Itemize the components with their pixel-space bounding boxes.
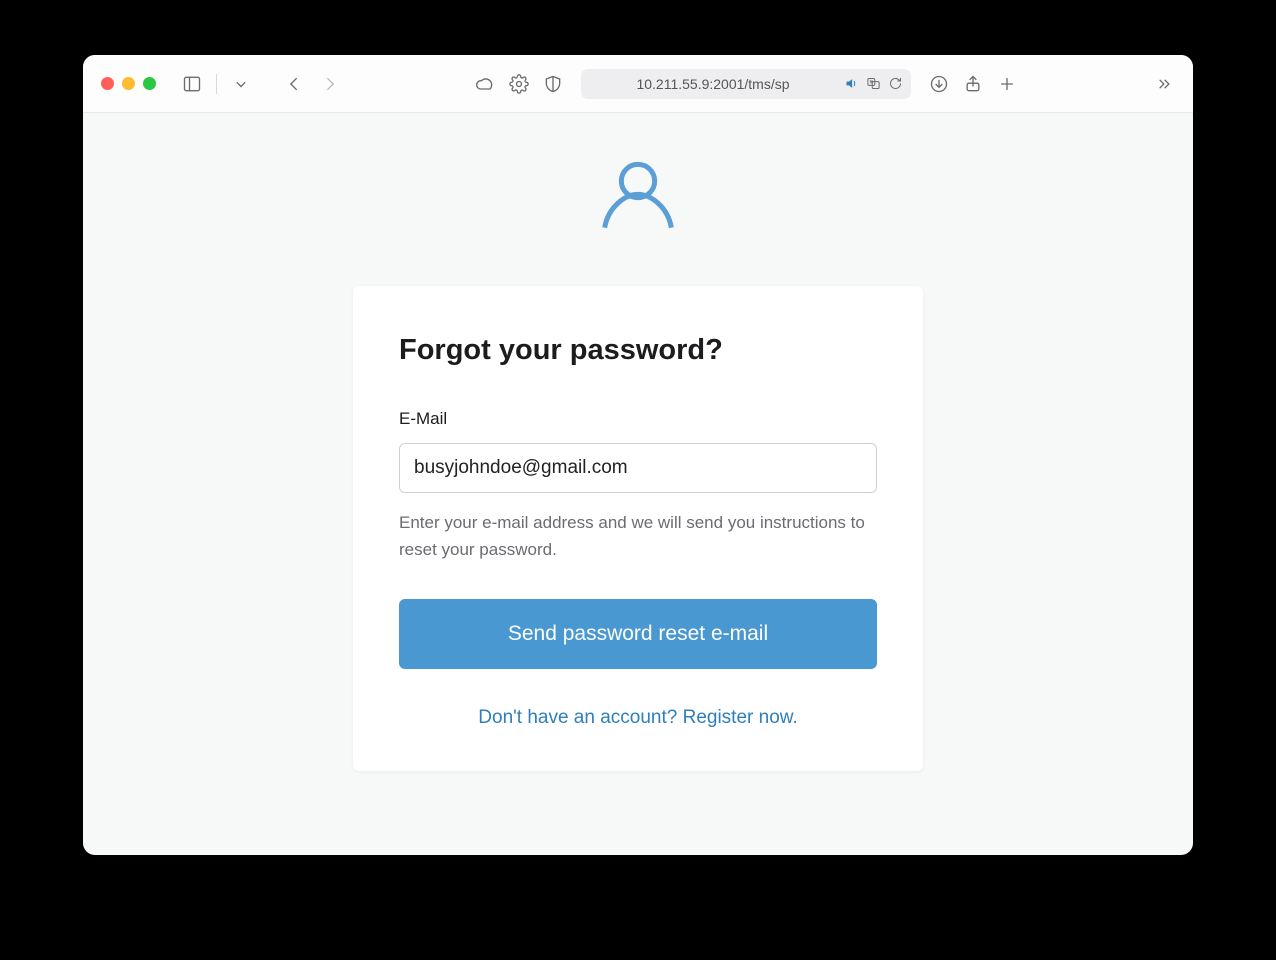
chevron-down-icon[interactable] <box>229 72 253 96</box>
cloud-icon[interactable] <box>473 72 497 96</box>
forward-button[interactable] <box>317 72 341 96</box>
maximize-window-button[interactable] <box>143 77 156 90</box>
overflow-icon[interactable] <box>1151 72 1175 96</box>
audio-icon[interactable] <box>843 76 859 92</box>
window-controls <box>101 77 156 90</box>
address-bar-url: 10.211.55.9:2001/tms/sp <box>589 76 837 92</box>
browser-toolbar: 10.211.55.9:2001/tms/sp <box>83 55 1193 113</box>
user-avatar-icon <box>588 141 688 246</box>
register-link[interactable]: Don't have an account? Register now. <box>399 707 877 729</box>
browser-window: 10.211.55.9:2001/tms/sp <box>83 55 1193 855</box>
email-label: E-Mail <box>399 409 877 429</box>
new-tab-icon[interactable] <box>995 72 1019 96</box>
page-content: Forgot your password? E-Mail Enter your … <box>83 113 1193 855</box>
share-icon[interactable] <box>961 72 985 96</box>
forgot-password-card: Forgot your password? E-Mail Enter your … <box>353 286 923 771</box>
toolbar-divider <box>216 74 217 94</box>
sidebar-toggle-icon[interactable] <box>180 72 204 96</box>
address-bar[interactable]: 10.211.55.9:2001/tms/sp <box>581 69 911 99</box>
gear-icon[interactable] <box>507 72 531 96</box>
helper-text: Enter your e-mail address and we will se… <box>399 509 877 563</box>
back-button[interactable] <box>283 72 307 96</box>
email-input[interactable] <box>399 443 877 493</box>
reload-icon[interactable] <box>887 76 903 92</box>
translate-icon[interactable] <box>865 76 881 92</box>
close-window-button[interactable] <box>101 77 114 90</box>
downloads-icon[interactable] <box>927 72 951 96</box>
card-heading: Forgot your password? <box>399 334 877 367</box>
shield-icon[interactable] <box>541 72 565 96</box>
minimize-window-button[interactable] <box>122 77 135 90</box>
send-reset-button[interactable]: Send password reset e-mail <box>399 599 877 669</box>
